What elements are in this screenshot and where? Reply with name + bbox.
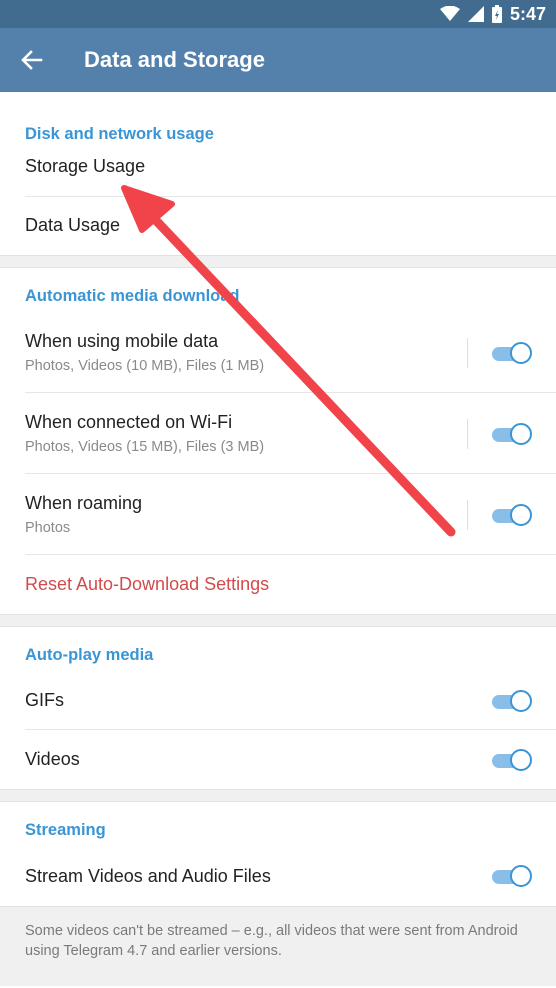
mobile-data-item[interactable]: When using mobile data Photos, Videos (1…: [0, 312, 556, 393]
section-streaming: Streaming Stream Videos and Audio Files: [0, 802, 556, 906]
wifi-item[interactable]: When connected on Wi-Fi Photos, Videos (…: [0, 393, 556, 474]
vertical-divider: [467, 419, 468, 449]
item-title: When using mobile data: [25, 331, 219, 351]
section-gap: [0, 614, 556, 627]
storage-usage-item[interactable]: Storage Usage: [0, 156, 556, 197]
item-label: GIFs: [25, 690, 64, 710]
battery-icon: [491, 5, 502, 23]
section-disk-usage: Disk and network usage Storage Usage Dat…: [0, 92, 556, 255]
item-title: When roaming: [25, 493, 143, 513]
vertical-divider: [467, 338, 468, 368]
item-label: Data Usage: [25, 215, 121, 235]
section-header: Automatic media download: [25, 287, 240, 305]
data-usage-item[interactable]: Data Usage: [0, 196, 556, 255]
section-header: Disk and network usage: [25, 125, 214, 143]
back-button[interactable]: [0, 28, 64, 92]
status-icons: 5:47: [439, 0, 546, 28]
item-label: Stream Videos and Audio Files: [25, 865, 271, 886]
divider: [25, 554, 556, 555]
mobile-data-toggle[interactable]: [492, 341, 532, 365]
section-gap: [0, 789, 556, 802]
section-auto-download: Automatic media download When using mobi…: [0, 268, 556, 614]
cell-signal-icon: [467, 6, 484, 22]
item-subtitle: Photos: [25, 520, 71, 536]
item-title: When connected on Wi-Fi: [25, 412, 233, 432]
section-header: Auto-play media: [25, 646, 154, 664]
wifi-icon: [439, 6, 460, 21]
reset-auto-download-button[interactable]: Reset Auto-Download Settings: [0, 555, 556, 614]
roaming-item[interactable]: When roaming Photos: [0, 474, 556, 555]
item-subtitle: Photos, Videos (15 MB), Files (3 MB): [25, 439, 265, 455]
status-time: 5:47: [509, 3, 546, 24]
item-subtitle: Photos, Videos (10 MB), Files (1 MB): [25, 358, 265, 374]
arrow-left-icon: [21, 50, 43, 70]
gifs-toggle[interactable]: [492, 689, 532, 713]
status-bar: 5:47: [0, 0, 556, 28]
page-title: Data and Storage: [84, 47, 265, 72]
roaming-toggle[interactable]: [492, 503, 532, 527]
videos-toggle[interactable]: [492, 748, 532, 772]
item-label: Storage Usage: [25, 156, 146, 176]
section-header: Streaming: [25, 821, 106, 839]
stream-videos-item[interactable]: Stream Videos and Audio Files: [0, 846, 556, 906]
section-autoplay: Auto-play media GIFs Videos: [0, 627, 556, 789]
wifi-toggle[interactable]: [492, 422, 532, 446]
streaming-note: Some videos can't be streamed – e.g., al…: [0, 906, 556, 986]
videos-item[interactable]: Videos: [0, 730, 556, 789]
stream-toggle[interactable]: [492, 864, 532, 888]
gifs-item[interactable]: GIFs: [0, 671, 556, 730]
section-gap: [0, 255, 556, 268]
item-label: Videos: [25, 749, 80, 769]
settings-list: Disk and network usage Storage Usage Dat…: [0, 92, 556, 986]
vertical-divider: [467, 500, 468, 530]
app-bar: Data and Storage: [0, 28, 556, 92]
